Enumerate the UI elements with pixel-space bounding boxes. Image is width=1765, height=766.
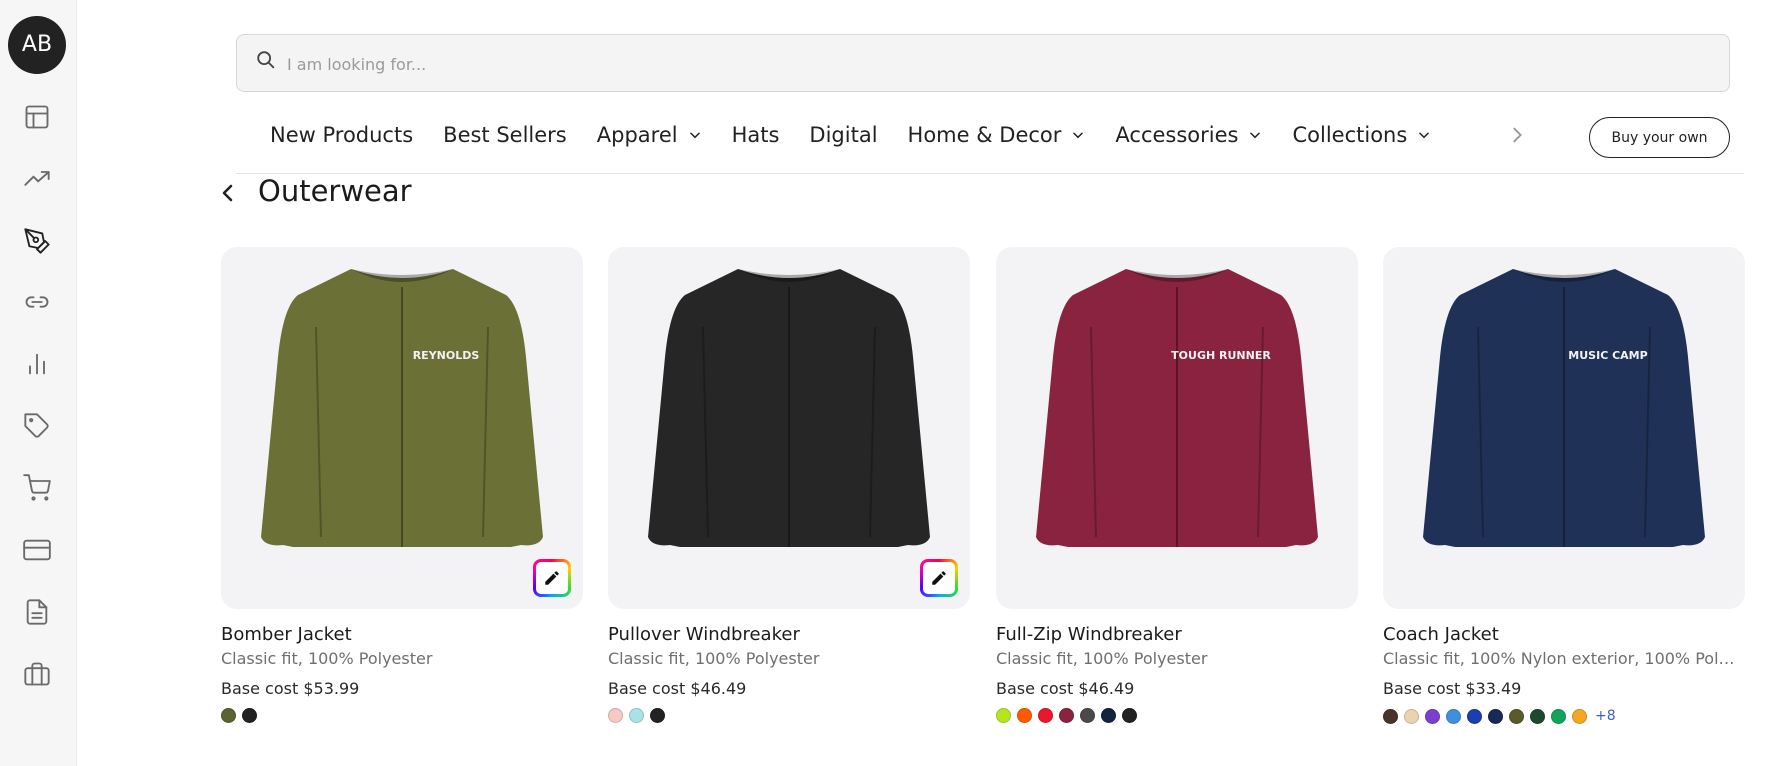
trending-icon[interactable] (21, 163, 53, 195)
category-nav: New Products Best Sellers Apparel Hats D… (270, 118, 1461, 152)
nav-item-hats[interactable]: Hats (732, 123, 780, 147)
jacket-image: TOUGH RUNNER (1036, 269, 1318, 547)
pencil-icon (545, 571, 559, 585)
nav-item-new-products[interactable]: New Products (270, 123, 413, 147)
edit-design-button[interactable] (920, 559, 958, 597)
pencil-icon (932, 571, 946, 585)
nav-item-label: Best Sellers (443, 123, 567, 147)
color-swatch[interactable] (1551, 708, 1566, 724)
jacket-image: MUSIC CAMP (1423, 269, 1705, 547)
color-swatch[interactable] (1572, 708, 1587, 724)
color-swatch[interactable] (1467, 708, 1482, 724)
nav-item-label: Hats (731, 123, 780, 147)
color-swatch[interactable] (629, 708, 644, 723)
color-swatch[interactable] (1425, 708, 1440, 724)
product-base-cost: Base cost $46.49 (996, 679, 1135, 698)
search-icon (257, 51, 275, 69)
color-swatch[interactable] (608, 708, 623, 723)
chevron-down-icon (1250, 132, 1261, 139)
color-swatch[interactable] (1404, 708, 1419, 724)
more-colors-link[interactable]: +8 (1595, 708, 1616, 724)
nav-item-label: Digital (809, 123, 878, 147)
chevron-down-icon (1419, 132, 1430, 139)
nav-item-collections[interactable]: Collections (1292, 123, 1431, 147)
color-swatch[interactable] (1059, 708, 1074, 723)
color-swatch[interactable] (1488, 708, 1503, 724)
product-image[interactable]: TOUGH RUNNER (996, 247, 1358, 609)
color-swatch[interactable] (1383, 708, 1398, 724)
jacket-image (648, 269, 930, 547)
nav-item-home-decor[interactable]: Home & Decor (908, 123, 1086, 147)
color-swatches (221, 708, 583, 723)
product-name[interactable]: Full-Zip Windbreaker (996, 624, 1358, 645)
document-icon[interactable] (21, 596, 53, 628)
product-image[interactable]: REYNOLDS (221, 247, 583, 609)
color-swatch[interactable] (1080, 708, 1095, 723)
product-description: Classic fit, 100% Polyester (221, 649, 433, 668)
nav-item-apparel[interactable]: Apparel (597, 123, 702, 147)
product-name[interactable]: Coach Jacket (1383, 624, 1745, 645)
layout-icon[interactable] (21, 101, 53, 133)
color-swatches: +8 (1383, 708, 1745, 724)
nav-item-label: Home & Decor (907, 123, 1062, 147)
color-swatches (996, 708, 1358, 723)
search-bar[interactable] (236, 34, 1730, 92)
nav-item-best-sellers[interactable]: Best Sellers (443, 123, 567, 147)
nav-item-label: Accessories (1115, 123, 1239, 147)
jacket-print: REYNOLDS (413, 349, 480, 362)
briefcase-icon[interactable] (21, 658, 53, 690)
nav-item-label: Apparel (596, 123, 678, 147)
product-base-cost: Base cost $33.49 (1383, 679, 1522, 698)
avatar[interactable]: AB (8, 16, 66, 74)
chevron-down-icon (1073, 132, 1084, 139)
jacket-image: REYNOLDS (261, 269, 543, 547)
color-swatch[interactable] (221, 708, 236, 723)
color-swatch[interactable] (996, 708, 1011, 723)
sidebar: AB (0, 0, 77, 766)
product-image[interactable]: MUSIC CAMP (1383, 247, 1745, 609)
color-swatch[interactable] (1446, 708, 1461, 724)
jacket-print: MUSIC CAMP (1568, 349, 1647, 362)
product-base-cost: Base cost $53.99 (221, 679, 360, 698)
nav-item-accessories[interactable]: Accessories (1115, 123, 1262, 147)
link-icon[interactable] (21, 286, 53, 318)
chevron-right-icon[interactable] (1506, 124, 1528, 146)
nav-item-digital[interactable]: Digital (809, 123, 877, 147)
product-name[interactable]: Bomber Jacket (221, 624, 583, 645)
color-swatch[interactable] (1038, 708, 1053, 723)
product-description: Classic fit, 100% Polyester (608, 649, 820, 668)
edit-design-button[interactable] (533, 559, 571, 597)
product-card[interactable]: Pullover Windbreaker Classic fit, 100% P… (608, 247, 970, 723)
product-description: Classic fit, 100% Nylon exterior, 100% P… (1383, 649, 1743, 668)
color-swatch[interactable] (1017, 708, 1032, 723)
bar-chart-icon[interactable] (21, 348, 53, 380)
page-title: Outerwear (258, 174, 412, 208)
product-base-cost: Base cost $46.49 (608, 679, 747, 698)
product-card[interactable]: MUSIC CAMP Coach Jacket Classic fit, 100… (1383, 247, 1745, 724)
color-swatches (608, 708, 970, 723)
buy-your-own-button[interactable]: Buy your own (1589, 117, 1730, 158)
chevron-down-icon (689, 132, 700, 139)
color-swatch[interactable] (650, 708, 665, 723)
nav-item-label: New Products (270, 123, 414, 147)
color-swatch[interactable] (1530, 708, 1545, 724)
cart-icon[interactable] (21, 472, 53, 504)
pen-tool-icon[interactable] (21, 225, 53, 257)
color-swatch[interactable] (1122, 708, 1137, 723)
credit-card-icon[interactable] (21, 534, 53, 566)
color-swatch[interactable] (242, 708, 257, 723)
color-swatch[interactable] (1101, 708, 1116, 723)
product-card[interactable]: TOUGH RUNNER Full-Zip Windbreaker Classi… (996, 247, 1358, 723)
jacket-print: TOUGH RUNNER (1171, 349, 1271, 362)
product-name[interactable]: Pullover Windbreaker (608, 624, 970, 645)
search-input[interactable] (285, 45, 1689, 83)
product-image[interactable] (608, 247, 970, 609)
color-swatch[interactable] (1509, 708, 1524, 724)
tag-icon[interactable] (21, 410, 53, 442)
nav-item-label: Collections (1292, 123, 1408, 147)
product-description: Classic fit, 100% Polyester (996, 649, 1208, 668)
back-arrow-icon[interactable] (216, 180, 240, 206)
product-card[interactable]: REYNOLDS Bomber Jacket Classic fit, 100%… (221, 247, 583, 723)
nav-divider (236, 173, 1744, 174)
